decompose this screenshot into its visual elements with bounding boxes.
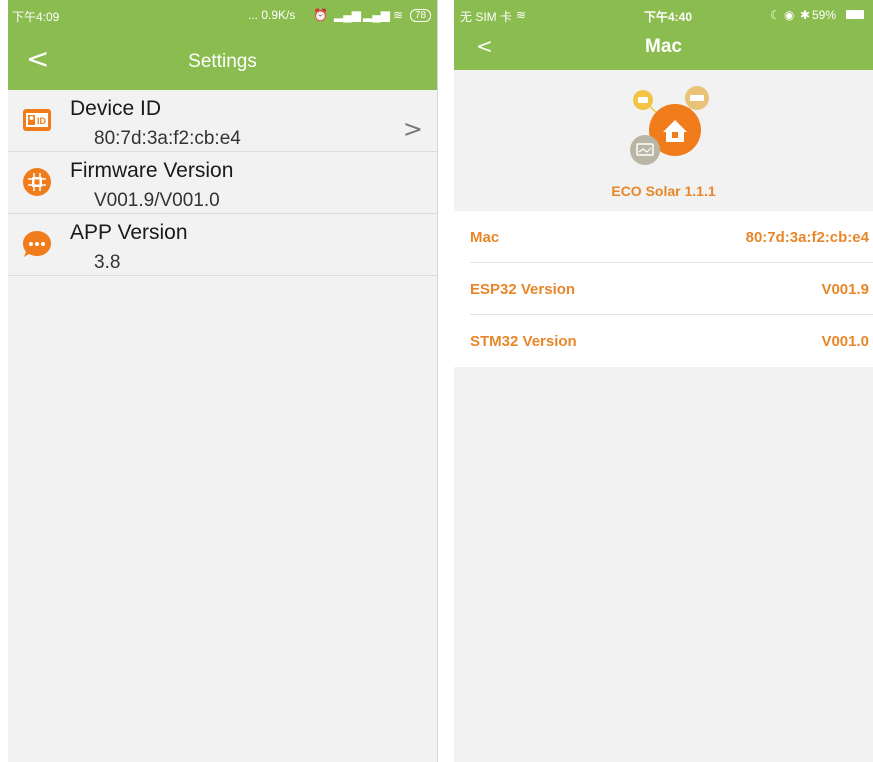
stm32-version-row: STM32 Version V001.0 bbox=[454, 315, 873, 367]
device-id-row[interactable]: ID Device ID 80:7d:3a:f2:cb:e4 > bbox=[8, 91, 437, 152]
firmware-version-label: Firmware Version bbox=[70, 159, 234, 182]
mac-row: Mac 80:7d:3a:f2:cb:e4 bbox=[454, 211, 873, 263]
status-bar: 无 SIM 卡 ≋ 下午4:40 ☾ ◉ ✱ 59% bbox=[454, 0, 873, 30]
status-time: 下午4:40 bbox=[644, 10, 693, 24]
svg-text:ID: ID bbox=[37, 116, 47, 126]
bluetooth-icon: ✱ bbox=[800, 8, 811, 22]
alarm-icon: ⏰ bbox=[313, 8, 328, 22]
page-title: Settings bbox=[188, 51, 257, 72]
firmware-version-value: V001.9/V001.0 bbox=[94, 190, 220, 211]
mac-value: 80:7d:3a:f2:cb:e4 bbox=[745, 229, 869, 246]
chevron-right-icon: > bbox=[402, 115, 423, 143]
eco-solar-logo-icon bbox=[630, 86, 709, 165]
wifi-icon: ≋ bbox=[393, 8, 404, 22]
battery-percent: 59% bbox=[812, 8, 837, 22]
mac-label: Mac bbox=[470, 229, 500, 246]
lock-rotation-icon: ◉ bbox=[784, 8, 795, 22]
status-bar-content: 下午4:09 ... 0.9K/s ⏰ ▂▄▆ ▂▄▆ ≋ 78 bbox=[8, 0, 437, 30]
app-version-row: APP Version 3.8 bbox=[8, 215, 437, 276]
signal-icon: ▂▄▆ bbox=[334, 8, 361, 22]
network-speed: ... 0.9K/s bbox=[248, 8, 296, 22]
firmware-version-row: Firmware Version V001.9/V001.0 bbox=[8, 153, 437, 214]
page-title: Mac bbox=[645, 36, 682, 57]
chip-icon bbox=[23, 168, 51, 196]
app-header: ECO Solar 1.1.1 bbox=[454, 70, 873, 210]
chat-bubble-icon bbox=[23, 231, 51, 257]
battery-icon: 78 bbox=[410, 9, 432, 22]
app-version-value: 3.8 bbox=[94, 252, 121, 273]
stm32-version-label: STM32 Version bbox=[470, 333, 577, 350]
signal-icon-2: ▂▄▆ bbox=[363, 8, 390, 22]
wifi-icon: ≋ bbox=[516, 8, 527, 22]
android-settings-screen: 下午4:09 ... 0.9K/s ⏰ ▂▄▆ ▂▄▆ ≋ 78 < Setti… bbox=[8, 0, 438, 762]
app-version-label: APP Version bbox=[70, 221, 188, 244]
battery-icon bbox=[846, 10, 864, 19]
moon-icon: ☾ bbox=[770, 8, 781, 22]
device-id-label: Device ID bbox=[70, 97, 162, 120]
ios-mac-screen: 无 SIM 卡 ≋ 下午4:40 ☾ ◉ ✱ 59% < Mac ECO Sol… bbox=[454, 0, 873, 762]
device-id-value: 80:7d:3a:f2:cb:e4 bbox=[94, 128, 241, 149]
id-card-icon: ID bbox=[23, 109, 51, 131]
app-name: ECO Solar 1.1.1 bbox=[611, 183, 716, 199]
esp32-version-value: V001.9 bbox=[821, 281, 869, 298]
status-time: 下午4:09 bbox=[12, 10, 60, 24]
esp32-version-label: ESP32 Version bbox=[470, 281, 576, 298]
stm32-version-value: V001.0 bbox=[821, 333, 869, 350]
app-bar: < Settings bbox=[8, 30, 437, 90]
carrier-text: 无 SIM 卡 bbox=[460, 10, 513, 24]
esp32-version-row: ESP32 Version V001.9 bbox=[454, 263, 873, 315]
